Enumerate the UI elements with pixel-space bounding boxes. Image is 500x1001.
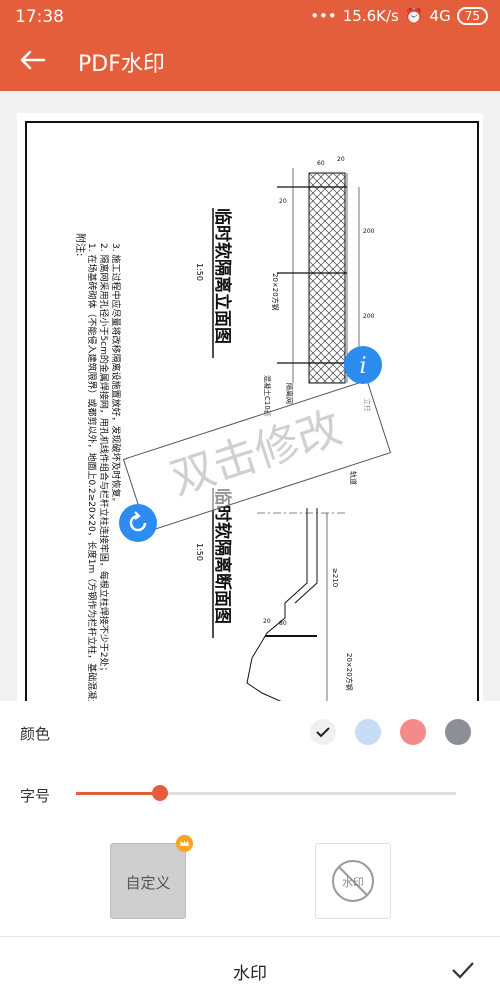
dim-3: 20 [279,198,287,205]
note-3: 3. 施工过程中应尽量将改移隔离设施置放好，发现破坏及时恢复。 [110,243,122,506]
status-right: ••• 15.6K/s ⏰ 4G 75 [310,7,488,25]
titlebar: PDF水印 [0,36,500,91]
dim-8: 隔离网 [285,383,294,404]
rotate-handle-icon[interactable] [118,503,158,543]
dim-9: 20 [263,618,271,625]
bottom-bar: 水印 [0,936,500,1001]
color-swatch-0[interactable] [310,719,336,745]
edit-handle-icon[interactable]: i [343,345,383,385]
title1-block: 临时软隔离立面图 1:50 [195,208,233,358]
dim-1: 20 [337,156,345,163]
color-label: 颜色 [20,725,51,743]
pdf-page: 附注: 1. 在场基砖砌体（不能侵入建筑限界）或都剪以外，地面上0.2≥20×2… [17,113,483,701]
none-label: 水印 [342,876,364,889]
dim-4: 200 [363,228,375,235]
status-signal: 4G [429,7,451,25]
dim-11: 20×20方钢 [345,653,354,691]
bottom-tab-watermark[interactable]: 水印 [0,959,500,984]
dim-13: 轨道 [349,471,358,485]
status-net: 15.6K/s [342,7,399,25]
color-swatch-3[interactable] [445,719,471,745]
watermark-box[interactable]: 双击修改 [122,379,392,533]
drawing-canvas: 附注: 1. 在场基砖砌体（不能侵入建筑限界）或都剪以外，地面上0.2≥20×2… [74,156,392,701]
status-time: 17:38 [15,7,64,27]
custom-label: 自定义 [125,874,171,892]
pdf-preview: 附注: 1. 在场基砖砌体（不能侵入建筑限界）或都剪以外，地面上0.2≥20×2… [0,91,500,701]
color-swatch-2[interactable] [400,719,426,745]
dim-6: 20×20方钢 [271,273,280,311]
fence-mesh [308,172,346,384]
status-bar: 17:38 ••• 15.6K/s ⏰ 4G 75 [0,0,500,36]
no-watermark-option[interactable]: 水印 [315,843,391,919]
dim-5: 200 [363,313,375,320]
color-swatch-1[interactable] [355,719,381,745]
drawing-title-1: 临时软隔离立面图 [212,208,233,344]
size-slider-knob[interactable] [151,785,168,801]
back-arrow-icon[interactable] [18,44,50,76]
dim-12: ≥210 [331,568,339,587]
dim-7: 混凝土C10基 [263,375,272,417]
size-slider[interactable] [76,785,456,801]
crown-icon [176,835,193,852]
svg-text:i: i [359,354,366,379]
scale-2: 1:50 [195,543,204,561]
notes-block: 附注: 1. 在场基砖砌体（不能侵入建筑限界）或都剪以外，地面上0.2≥20×2… [74,233,122,701]
confirm-check-icon[interactable] [450,957,476,983]
selected-check-icon [316,727,330,738]
dim-10: 80 [279,620,287,627]
battery-icon: 75 [456,7,488,25]
scale-1: 1:50 [195,263,204,281]
custom-watermark-option[interactable]: 自定义 [110,843,186,919]
notes-title: 附注: [74,233,87,256]
note-2: 2. 隔离网采用孔径小于5cm的金属焊接网，用孔机线件组合与栏杆立柱连接牢固，每… [98,243,110,676]
dim-2: 60 [317,160,325,167]
alarm-icon: ⏰ [404,7,424,25]
note-1: 1. 在场基砖砌体（不能侵入建筑限界）或都剪以外，地面上0.2≥20×20，长度… [86,243,98,701]
page-title: PDF水印 [78,52,165,77]
status-signal-dots: ••• [310,7,337,25]
size-label: 字号 [20,787,51,805]
size-slider-fill [76,792,160,795]
app-header: 17:38 ••• 15.6K/s ⏰ 4G 75 PDF水印 [0,0,500,91]
